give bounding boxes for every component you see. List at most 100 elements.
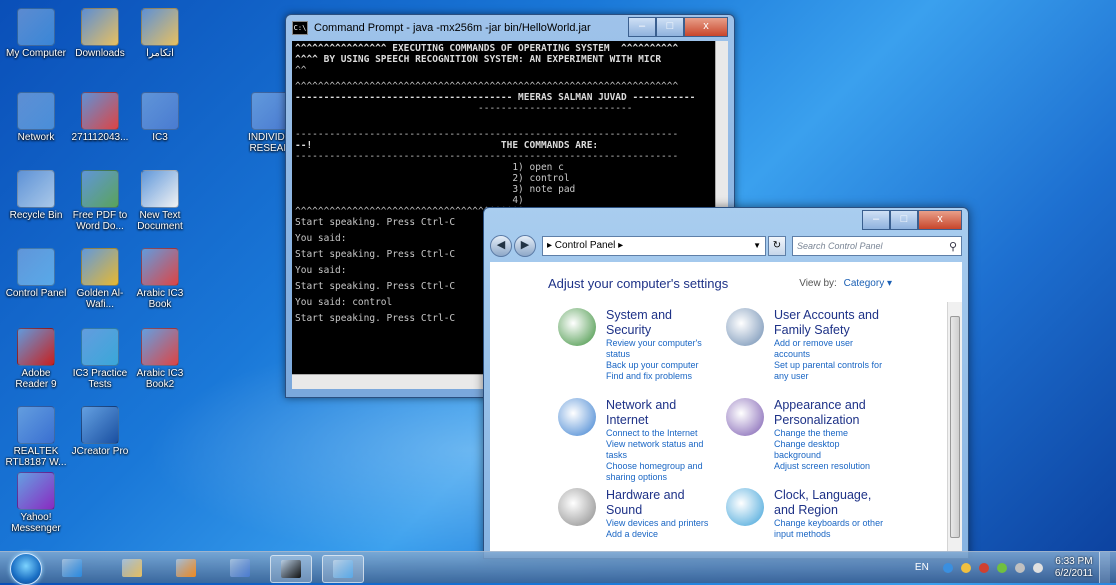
desktop-icon-arabic-ic3-book[interactable]: Arabic IC3 Book xyxy=(128,248,192,310)
cmd-maximize-button[interactable]: □ xyxy=(656,17,684,37)
word-document-icon xyxy=(141,92,179,130)
cp-scroll-thumb[interactable] xyxy=(950,316,960,538)
desktop-icon-label: اتكامرا xyxy=(146,48,174,59)
desktop-icon-arabic-folder[interactable]: اتكامرا xyxy=(128,8,192,59)
desktop-icon-new-text-document[interactable]: New Text Document xyxy=(128,170,192,232)
users-icon[interactable] xyxy=(726,308,764,346)
category-title-link[interactable]: Appearance and Personalization xyxy=(774,398,886,428)
cp-maximize-button[interactable]: □ xyxy=(890,210,918,230)
address-bar[interactable]: ▸ Control Panel ▸ ▼ xyxy=(542,236,766,256)
category-task-link[interactable]: View devices and printers xyxy=(606,518,718,529)
security-tray-icon[interactable] xyxy=(978,562,989,573)
cmd-minimize-button[interactable]: – xyxy=(628,17,656,37)
pdf-document-icon xyxy=(141,248,179,286)
globe-network-icon[interactable] xyxy=(558,398,596,436)
folder-icon xyxy=(141,8,179,46)
category-task-link[interactable]: Add a device xyxy=(606,529,718,540)
desktop-icon-label: Arabic IC3 Book2 xyxy=(136,368,184,390)
desktop-icon-network[interactable]: Network xyxy=(4,92,68,143)
category-title-link[interactable]: Hardware and Sound xyxy=(606,488,718,518)
desktop-icon-recycle-bin[interactable]: Recycle Bin xyxy=(4,170,68,221)
desktop-icon-downloads[interactable]: Downloads xyxy=(68,8,132,59)
printer-icon[interactable] xyxy=(558,488,596,526)
paint-monitor-icon[interactable] xyxy=(726,398,764,436)
view-by-control[interactable]: View by: Category ▾ xyxy=(799,278,892,289)
desktop-icon-ic3[interactable]: IC3 xyxy=(128,92,192,143)
category-task-link[interactable]: View network status and tasks xyxy=(606,439,718,461)
category-title-link[interactable]: User Accounts and Family Safety xyxy=(774,308,886,338)
desktop-icon-adobe-reader[interactable]: Adobe Reader 9 xyxy=(4,328,68,390)
notification-tray-icon[interactable] xyxy=(960,562,971,573)
category-title-link[interactable]: System and Security xyxy=(606,308,718,338)
desktop-icon-ic3-practice-tests[interactable]: IC3 Practice Tests xyxy=(68,328,132,390)
category-task-link[interactable]: Change the theme xyxy=(774,428,886,439)
app-tray-icon[interactable] xyxy=(996,562,1007,573)
volume-tray-icon[interactable] xyxy=(1032,562,1043,573)
category-task-link[interactable]: Adjust screen resolution xyxy=(774,461,886,472)
desktop-icon-label: IC3 xyxy=(152,132,168,143)
desktop-icon-pdf-271112043[interactable]: 271112043... xyxy=(68,92,132,143)
refresh-button[interactable]: ↻ xyxy=(768,236,786,256)
clock[interactable]: 6:33 PM 6/2/2011 xyxy=(1055,556,1093,580)
folder-icon xyxy=(81,8,119,46)
desktop-icon-yahoo-messenger[interactable]: Yahoo! Messenger xyxy=(4,472,68,534)
search-icon[interactable]: ⚲ xyxy=(949,238,957,256)
console-line: --------------------------- xyxy=(295,103,633,114)
category-task-link[interactable]: Back up your computer xyxy=(606,360,718,371)
category-task-link[interactable]: Find and fix problems xyxy=(606,371,718,382)
category-appearance-and-personalization: Appearance and Personalization Change the… xyxy=(726,398,886,472)
taskbar-button-ie[interactable] xyxy=(52,555,92,581)
category-task-link[interactable]: Review your computer's status xyxy=(606,338,718,360)
cmd-close-button[interactable]: x xyxy=(684,17,728,37)
view-by-dropdown[interactable]: Category ▾ xyxy=(844,278,892,289)
folder-icon xyxy=(122,559,142,577)
cp-address-bar-row: ◀ ▶ ▸ Control Panel ▸ ▼ ↻ Search Control… xyxy=(490,234,962,258)
taskbar-button-word[interactable] xyxy=(220,555,260,581)
power-tray-icon[interactable] xyxy=(1014,562,1025,573)
show-desktop-button[interactable] xyxy=(1099,552,1110,583)
category-hardware-and-sound: Hardware and Sound View devices and print… xyxy=(558,488,718,540)
desktop-icon-arabic-ic3-book-2[interactable]: Arabic IC3 Book2 xyxy=(128,328,192,390)
start-button[interactable] xyxy=(10,553,42,585)
cp-minimize-button[interactable]: – xyxy=(862,210,890,230)
view-by-label: View by: xyxy=(799,278,837,289)
cp-vertical-scrollbar[interactable] xyxy=(947,302,962,552)
desktop-icon-golden-al-wafi[interactable]: Golden Al-Wafi... xyxy=(68,248,132,310)
category-task-link[interactable]: Connect to the Internet xyxy=(606,428,718,439)
taskbar-button-explorer[interactable] xyxy=(112,555,152,581)
category-task-link[interactable]: Change keyboards or other input methods xyxy=(774,518,886,540)
shield-checkmark-icon[interactable] xyxy=(558,308,596,346)
category-title-link[interactable]: Network and Internet xyxy=(606,398,718,428)
taskbar-button-control-panel[interactable] xyxy=(322,555,364,583)
control-panel-window[interactable]: – □ x ◀ ▶ ▸ Control Panel ▸ ▼ ↻ Search C… xyxy=(483,207,969,559)
clock-globe-icon[interactable] xyxy=(726,488,764,526)
console-line: ----------------------------------------… xyxy=(295,151,679,162)
desktop-icon-realtek[interactable]: REALTEK RTL8187 W... xyxy=(4,406,68,468)
category-task-link[interactable]: Add or remove user accounts xyxy=(774,338,886,360)
console-line: 2) control xyxy=(295,173,570,184)
taskbar-button-media-player[interactable] xyxy=(166,555,206,581)
desktop-icon-label: JCreator Pro xyxy=(71,446,129,457)
control-panel-icon xyxy=(333,560,353,578)
desktop-icon-my-computer[interactable]: My Computer xyxy=(4,8,68,59)
address-dropdown-icon[interactable]: ▼ xyxy=(753,237,761,255)
desktop-icon-free-pdf-to-word[interactable]: Free PDF to Word Do... xyxy=(68,170,132,232)
category-network-and-internet: Network and Internet Connect to the Inter… xyxy=(558,398,718,483)
language-indicator[interactable]: EN xyxy=(915,562,929,573)
command-prompt-icon xyxy=(281,560,301,578)
category-title-link[interactable]: Clock, Language, and Region xyxy=(774,488,886,518)
taskbar: EN 6:33 PM 6/2/2011 xyxy=(0,551,1116,585)
category-task-link[interactable]: Choose homegroup and sharing options xyxy=(606,461,718,483)
console-line: 3) note pad xyxy=(295,184,576,195)
taskbar-button-cmd[interactable] xyxy=(270,555,312,583)
back-button[interactable]: ◀ xyxy=(490,235,512,257)
wireless-utility-icon xyxy=(17,406,55,444)
desktop-icon-jcreator-pro[interactable]: JCreator Pro xyxy=(68,406,132,457)
cp-close-button[interactable]: x xyxy=(918,210,962,230)
forward-button[interactable]: ▶ xyxy=(514,235,536,257)
search-input[interactable]: Search Control Panel ⚲ xyxy=(792,236,962,256)
network-tray-icon[interactable] xyxy=(942,562,953,573)
category-task-link[interactable]: Change desktop background xyxy=(774,439,886,461)
category-task-link[interactable]: Set up parental controls for any user xyxy=(774,360,886,382)
desktop-icon-control-panel[interactable]: Control Panel xyxy=(4,248,68,299)
